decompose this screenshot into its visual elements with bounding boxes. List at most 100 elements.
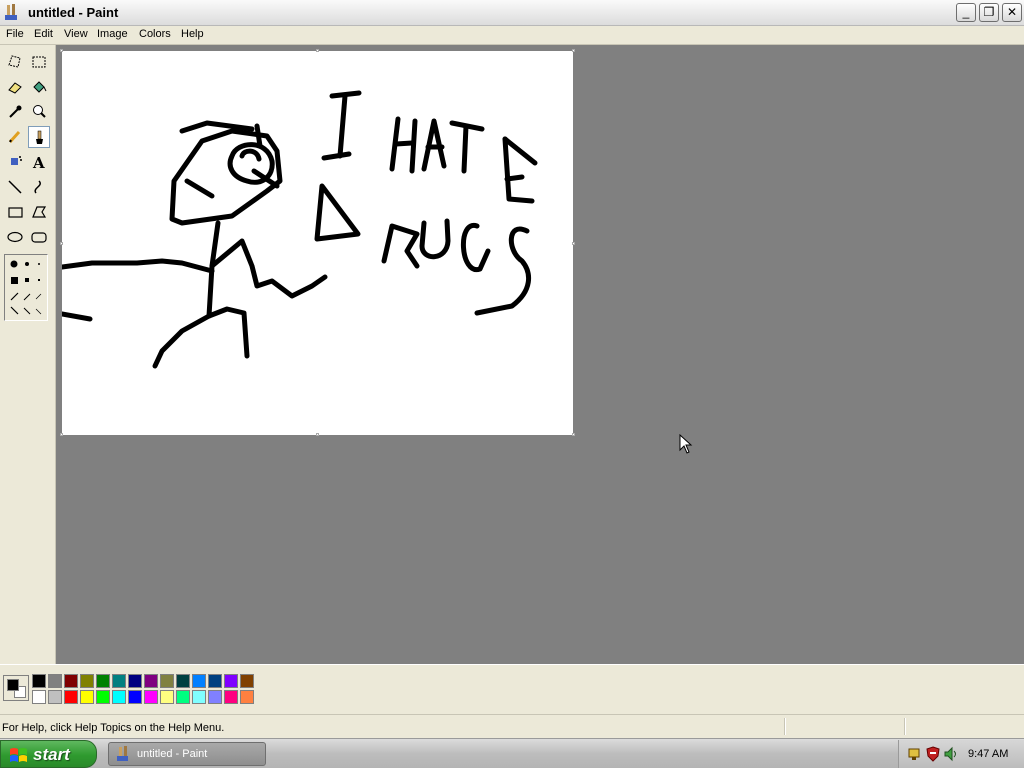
resize-handle[interactable] — [572, 49, 575, 52]
canvas-drawing — [59, 90, 538, 369]
palette-swatch[interactable] — [128, 674, 142, 688]
clock[interactable]: 9:47 AM — [968, 748, 1008, 760]
taskbar-item-paint[interactable]: untitled - Paint — [108, 742, 266, 766]
palette-swatch[interactable] — [80, 674, 94, 688]
rounded-rectangle-icon — [31, 232, 47, 243]
brush-shapes-icon — [10, 260, 42, 315]
system-tray: 9:47 AM — [898, 740, 1024, 768]
line-icon — [8, 180, 22, 194]
palette-swatch[interactable] — [224, 674, 238, 688]
text-icon: A — [32, 154, 45, 171]
palette-swatch[interactable] — [80, 690, 94, 704]
resize-handle[interactable] — [60, 242, 63, 245]
magnifier-tool[interactable] — [28, 101, 50, 123]
text-tool[interactable]: A — [28, 151, 50, 173]
palette-swatch[interactable] — [176, 674, 190, 688]
resize-handle[interactable] — [60, 49, 63, 52]
svg-text:A: A — [32, 154, 45, 171]
palette-swatch[interactable] — [160, 690, 174, 704]
polygon-tool[interactable] — [28, 201, 50, 223]
network-icon[interactable] — [907, 746, 923, 762]
resize-handle[interactable] — [316, 433, 319, 436]
start-button[interactable]: start — [0, 740, 97, 768]
palette-swatch[interactable] — [64, 674, 78, 688]
resize-handle[interactable] — [572, 242, 575, 245]
palette-swatch[interactable] — [224, 690, 238, 704]
resize-handle[interactable] — [316, 49, 319, 52]
palette-swatch[interactable] — [208, 674, 222, 688]
palette-swatch[interactable] — [144, 674, 158, 688]
menu-image[interactable]: Image — [97, 28, 128, 40]
eraser-icon — [8, 82, 22, 94]
rounded-rectangle-tool[interactable] — [28, 226, 50, 248]
paint-app-icon — [5, 4, 17, 20]
airbrush-tool[interactable] — [4, 151, 26, 173]
menu-bar: File Edit View Image Colors Help — [0, 26, 1024, 45]
resize-handle[interactable] — [60, 433, 63, 436]
pencil-tool[interactable] — [4, 126, 26, 148]
status-divider — [904, 718, 906, 735]
title-bar: untitled - Paint _ ❐ ✕ — [0, 0, 1024, 26]
select-tool[interactable] — [28, 51, 50, 73]
palette-swatch[interactable] — [160, 674, 174, 688]
palette-swatch[interactable] — [96, 674, 110, 688]
volume-icon[interactable] — [943, 746, 959, 762]
curve-icon — [34, 180, 41, 194]
close-button[interactable]: ✕ — [1002, 3, 1022, 22]
free-form-select-tool[interactable] — [4, 51, 26, 73]
rectangle-icon — [8, 207, 23, 218]
eraser-tool[interactable] — [4, 76, 26, 98]
palette-swatch[interactable] — [240, 690, 254, 704]
palette-swatch[interactable] — [48, 674, 62, 688]
menu-help[interactable]: Help — [181, 28, 204, 40]
palette-swatch[interactable] — [176, 690, 190, 704]
status-divider — [784, 718, 786, 735]
palette-swatch[interactable] — [144, 690, 158, 704]
magnifier-icon — [33, 105, 46, 118]
menu-edit[interactable]: Edit — [34, 28, 53, 40]
palette-swatch[interactable] — [48, 690, 62, 704]
pick-color-tool[interactable] — [4, 101, 26, 123]
palette-swatch[interactable] — [112, 674, 126, 688]
free-form-select-icon — [8, 55, 21, 68]
palette-swatch[interactable] — [32, 674, 46, 688]
brush-icon — [36, 130, 43, 144]
palette-swatch[interactable] — [192, 674, 206, 688]
drawing-canvas[interactable] — [59, 51, 573, 435]
pencil-icon — [8, 130, 21, 144]
tool-box: A — [0, 45, 56, 664]
palette-swatch[interactable] — [208, 690, 222, 704]
status-help-text: For Help, click Help Topics on the Help … — [2, 722, 225, 734]
color-box — [0, 664, 1024, 714]
polygon-icon — [32, 206, 47, 218]
window-title: untitled - Paint — [28, 5, 119, 20]
fill-tool[interactable] — [28, 76, 50, 98]
security-shield-icon[interactable] — [925, 746, 941, 762]
brush-size-options[interactable] — [4, 254, 48, 321]
curve-tool[interactable] — [28, 176, 50, 198]
palette-swatch[interactable] — [64, 690, 78, 704]
brush-tool[interactable] — [28, 126, 50, 148]
palette-swatch[interactable] — [112, 690, 126, 704]
ellipse-icon — [7, 231, 23, 243]
current-colors[interactable] — [3, 675, 29, 701]
ellipse-tool[interactable] — [4, 226, 26, 248]
minimize-button[interactable]: _ — [956, 3, 976, 22]
airbrush-icon — [11, 156, 22, 165]
palette-swatch[interactable] — [32, 690, 46, 704]
menu-view[interactable]: View — [64, 28, 88, 40]
restore-button[interactable]: ❐ — [979, 3, 999, 22]
rect-select-icon — [32, 56, 46, 68]
menu-file[interactable]: File — [6, 28, 24, 40]
menu-colors[interactable]: Colors — [139, 28, 171, 40]
palette-swatch[interactable] — [96, 690, 110, 704]
rectangle-tool[interactable] — [4, 201, 26, 223]
palette-swatch[interactable] — [128, 690, 142, 704]
resize-handle[interactable] — [572, 433, 575, 436]
taskbar-item-label: untitled - Paint — [137, 748, 208, 760]
start-label: start — [33, 745, 70, 764]
foreground-color-swatch[interactable] — [7, 679, 19, 691]
palette-swatch[interactable] — [240, 674, 254, 688]
line-tool[interactable] — [4, 176, 26, 198]
palette-swatch[interactable] — [192, 690, 206, 704]
